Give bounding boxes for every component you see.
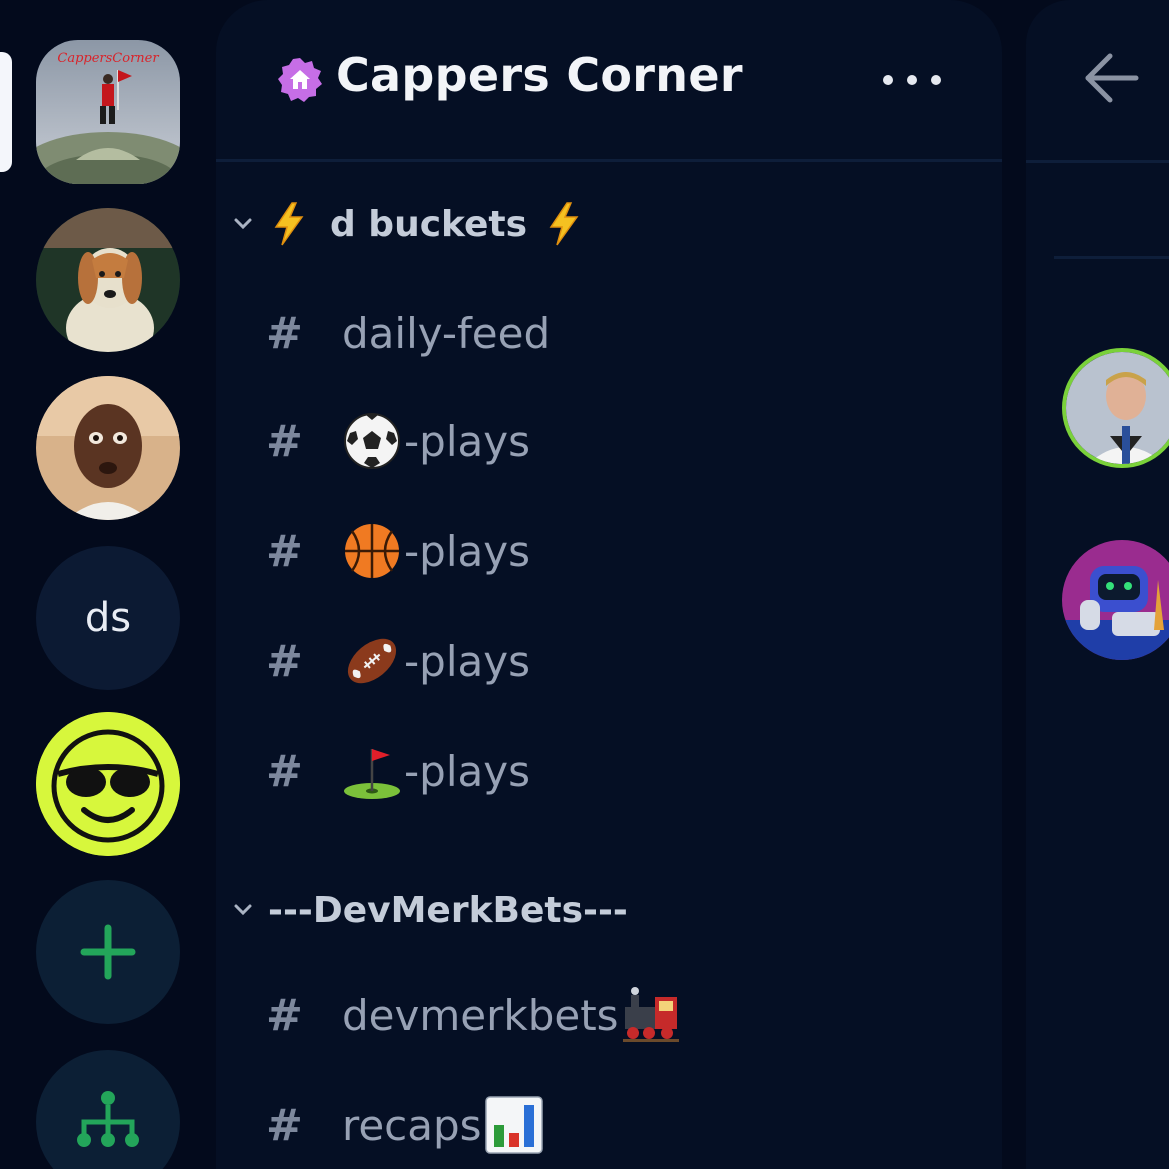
channel-devmerkbets[interactable]: # devmerkbets — [266, 980, 681, 1050]
plus-icon — [80, 924, 136, 980]
channel-name: -plays — [404, 526, 530, 576]
member-avatar-robot[interactable] — [1062, 540, 1169, 660]
server-rail: CappersCorner ds — [0, 0, 216, 1169]
add-server-button[interactable] — [36, 880, 180, 1024]
hash-icon: # — [266, 745, 303, 797]
channel-football-plays[interactable]: # -plays — [266, 626, 530, 696]
server-banner-text: CappersCorner — [57, 51, 159, 66]
channel-name: daily-feed — [342, 308, 551, 358]
bar-chart-icon — [484, 1096, 543, 1154]
more-dots-icon[interactable] — [876, 62, 948, 98]
server-icon-smiley[interactable] — [36, 712, 180, 856]
channel-name: -plays — [404, 636, 530, 686]
chevron-down-icon — [234, 218, 252, 230]
active-server-indicator — [0, 52, 12, 172]
channel-golf-plays[interactable]: # -plays — [266, 736, 530, 806]
divider — [1026, 160, 1169, 163]
category-d-buckets[interactable]: d buckets — [230, 194, 583, 254]
server-icon-cappers-corner[interactable]: CappersCorner — [36, 40, 180, 184]
app-root: CappersCorner ds Cappers Corner d bucket… — [0, 0, 1169, 1169]
channel-name: devmerkbets — [342, 990, 619, 1040]
channel-name: -plays — [404, 746, 530, 796]
hash-icon: # — [266, 415, 303, 467]
hash-icon: # — [266, 1099, 303, 1151]
hash-icon: # — [266, 525, 303, 577]
discover-servers-button[interactable] — [36, 1050, 180, 1169]
channel-soccer-plays[interactable]: # -plays — [266, 406, 530, 476]
member-avatar-player[interactable] — [1062, 348, 1169, 468]
channel-name: recaps — [342, 1100, 482, 1150]
channel-name: -plays — [404, 416, 530, 466]
category-label: d buckets — [330, 203, 528, 245]
category-devmerkbets[interactable]: ---DevMerkBets--- — [230, 880, 628, 940]
divider — [1054, 256, 1169, 259]
train-icon — [622, 987, 679, 1042]
hub-icon — [77, 1091, 139, 1147]
football-icon — [347, 638, 397, 684]
chevron-down-icon — [234, 904, 252, 916]
member-panel — [1026, 0, 1169, 1169]
hash-icon: # — [266, 307, 303, 359]
server-name[interactable]: Cappers Corner — [336, 48, 743, 102]
home-badge-icon — [278, 58, 322, 102]
channel-recaps[interactable]: # recaps — [266, 1090, 544, 1160]
channel-panel: Cappers Corner d buckets # daily-feed # … — [216, 0, 1002, 1169]
back-arrow-icon[interactable] — [1082, 50, 1140, 106]
lightning-icon — [274, 202, 304, 246]
channel-basketball-plays[interactable]: # -plays — [266, 516, 530, 586]
server-header[interactable]: Cappers Corner — [216, 0, 1002, 162]
hash-icon: # — [266, 989, 303, 1041]
channel-daily-feed[interactable]: # daily-feed — [266, 298, 550, 368]
server-icon-dog[interactable] — [36, 208, 180, 352]
golf-flag-icon — [344, 749, 400, 799]
server-label-ds: ds — [84, 595, 132, 641]
hash-icon: # — [266, 635, 303, 687]
server-icon-man[interactable] — [36, 376, 180, 520]
lightning-icon — [549, 202, 579, 246]
soccer-ball-icon — [344, 413, 400, 469]
category-label: ---DevMerkBets--- — [268, 889, 628, 931]
basketball-icon — [345, 524, 399, 578]
server-icon-ds[interactable]: ds — [36, 546, 180, 690]
